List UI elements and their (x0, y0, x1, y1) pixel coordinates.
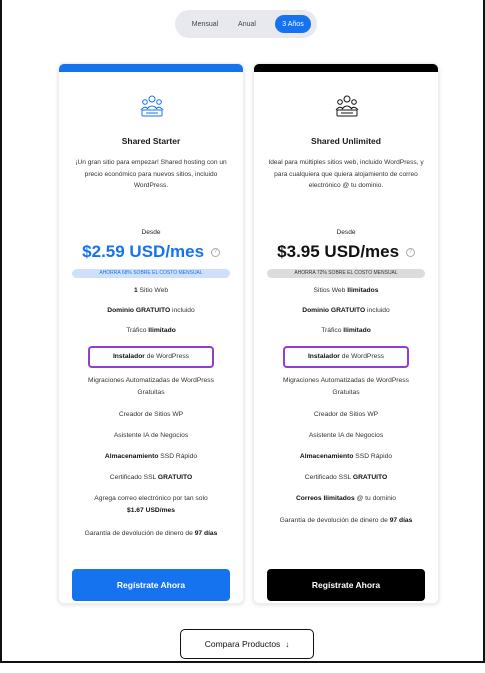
feature-item: Sitios Web Ilimitados (313, 287, 379, 294)
feature-item: Certificado SSL GRATUITO (304, 474, 388, 481)
price-value: $2.59 USD/mes (82, 242, 205, 261)
card-accent-bar (254, 64, 438, 72)
feature-item: Almacenamiento SSD Rápido (104, 453, 198, 460)
feature-item: Correos Ilimitados @ tu dominio (295, 495, 397, 502)
info-icon[interactable]: ? (210, 248, 220, 258)
price-value: $3.95 USD/mes (277, 242, 400, 261)
plan-card-shared-unlimited: Shared Unlimited Ideal para múltiples si… (253, 63, 439, 604)
feature-item: Migraciones Automatizadas de WordPress G… (88, 377, 214, 396)
feature-item: Almacenamiento SSD Rápido (299, 453, 393, 460)
plan-name: Shared Unlimited (311, 136, 381, 146)
feature-item: Asistente IA de Negocios (308, 432, 384, 439)
feature-item: Dominio GRATUITO incluido (107, 307, 195, 314)
feature-item: Tráfico Ilimitado (321, 327, 371, 334)
feature-item: Migraciones Automatizadas de WordPress G… (283, 377, 409, 396)
register-button[interactable]: Regístrate Ahora (72, 569, 230, 601)
plan-description: Ideal para múltiples sitios web, incluid… (268, 159, 424, 189)
feature-item: Certificado SSL GRATUITO (109, 474, 193, 481)
compare-label: Compara Productos (204, 639, 281, 649)
feature-item: 1 Sitio Web (133, 287, 169, 294)
plan-name: Shared Starter (121, 136, 181, 146)
feature-item: Creador de Sitios WP (313, 411, 379, 418)
toggle-option-3-anos[interactable]: 3 Años (275, 15, 311, 33)
feature-item: Garantía de devolución de dinero de 97 d… (84, 530, 218, 537)
feature-item: Tráfico Ilimitado (126, 327, 176, 334)
plan-card-shared-starter: Shared Starter ¡Un gran sitio para empez… (58, 63, 244, 604)
feature-item-highlighted: Instalador de WordPress (283, 346, 409, 368)
from-label: Desde (336, 229, 356, 236)
billing-toggle: Mensual Anual 3 Años (175, 10, 317, 38)
feature-item: Agrega correo electrónico por tan solo $… (94, 495, 208, 514)
toggle-option-anual[interactable]: Anual (233, 15, 261, 33)
feature-item: Garantía de devolución de dinero de 97 d… (279, 517, 413, 524)
plan-description: ¡Un gran sitio para empezar! Shared host… (75, 159, 227, 189)
savings-badge: AHORRA 72% SOBRE EL COSTO MENSUAL (267, 269, 425, 278)
card-accent-bar (59, 64, 243, 72)
info-icon[interactable]: ? (405, 248, 415, 258)
plan-price: $3.95 USD/mes ? (254, 242, 438, 262)
from-label: Desde (141, 229, 161, 236)
compare-products-button[interactable]: Compara Productos ↓ (180, 629, 314, 659)
team-icon (140, 95, 164, 117)
feature-item: Asistente IA de Negocios (113, 432, 189, 439)
savings-badge: AHORRA 68% SOBRE EL COSTO MENSUAL (72, 269, 230, 278)
plan-price: $2.59 USD/mes ? (59, 242, 243, 262)
toggle-option-mensual[interactable]: Mensual (185, 15, 225, 33)
team-icon (335, 95, 359, 117)
feature-item-highlighted: Instalador de WordPress (88, 346, 214, 368)
feature-item: Creador de Sitios WP (118, 411, 184, 418)
arrow-down-icon: ↓ (285, 639, 290, 649)
feature-item: Dominio GRATUITO incluido (302, 307, 390, 314)
register-button[interactable]: Regístrate Ahora (267, 569, 425, 601)
